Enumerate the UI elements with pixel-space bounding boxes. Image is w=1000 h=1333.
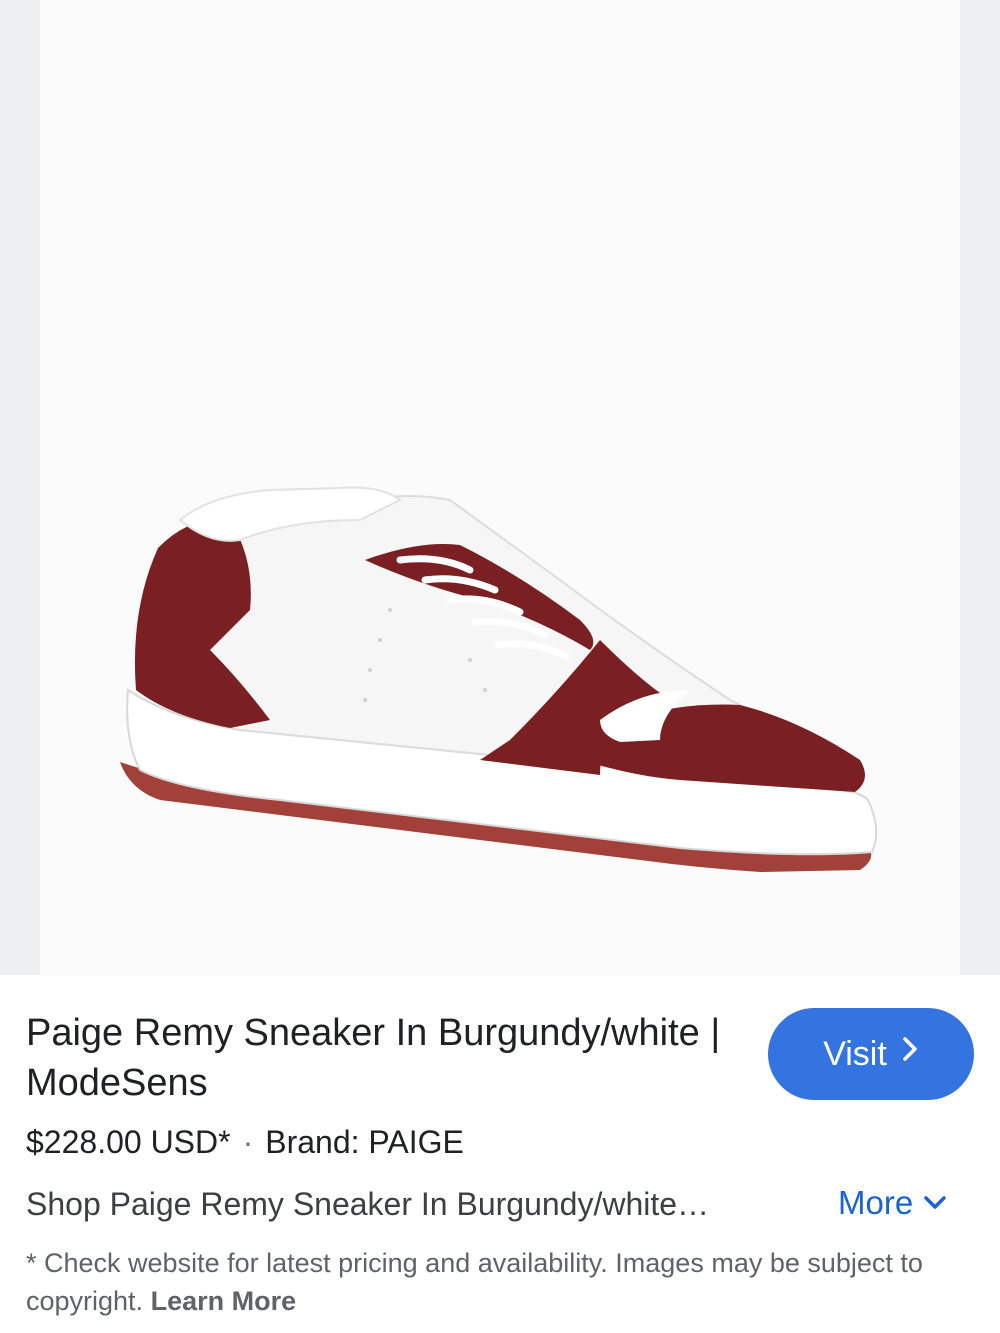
separator-dot: · xyxy=(242,1124,254,1160)
more-button[interactable]: More xyxy=(838,1184,947,1222)
brand: Brand: PAIGE xyxy=(265,1124,464,1160)
chevron-right-icon xyxy=(901,1036,919,1070)
price: $228.00 USD* xyxy=(26,1124,231,1160)
visit-button[interactable]: Visit xyxy=(768,1008,974,1100)
image-area xyxy=(0,0,1000,975)
price-row: $228.00 USD* · Brand: PAIGE xyxy=(26,1124,464,1161)
learn-more-link[interactable]: Learn More xyxy=(151,1286,297,1316)
product-title[interactable]: Paige Remy Sneaker In Burgundy/white | M… xyxy=(26,1008,726,1108)
disclaimer: * Check website for latest pricing and a… xyxy=(26,1244,966,1320)
more-label: More xyxy=(838,1184,914,1221)
visit-label: Visit xyxy=(823,1034,887,1073)
sneaker-illustration xyxy=(120,486,878,872)
product-snippet: Shop Paige Remy Sneaker In Burgundy/whit… xyxy=(26,1186,710,1222)
product-image[interactable] xyxy=(40,0,960,975)
chevron-down-icon xyxy=(923,1195,947,1211)
